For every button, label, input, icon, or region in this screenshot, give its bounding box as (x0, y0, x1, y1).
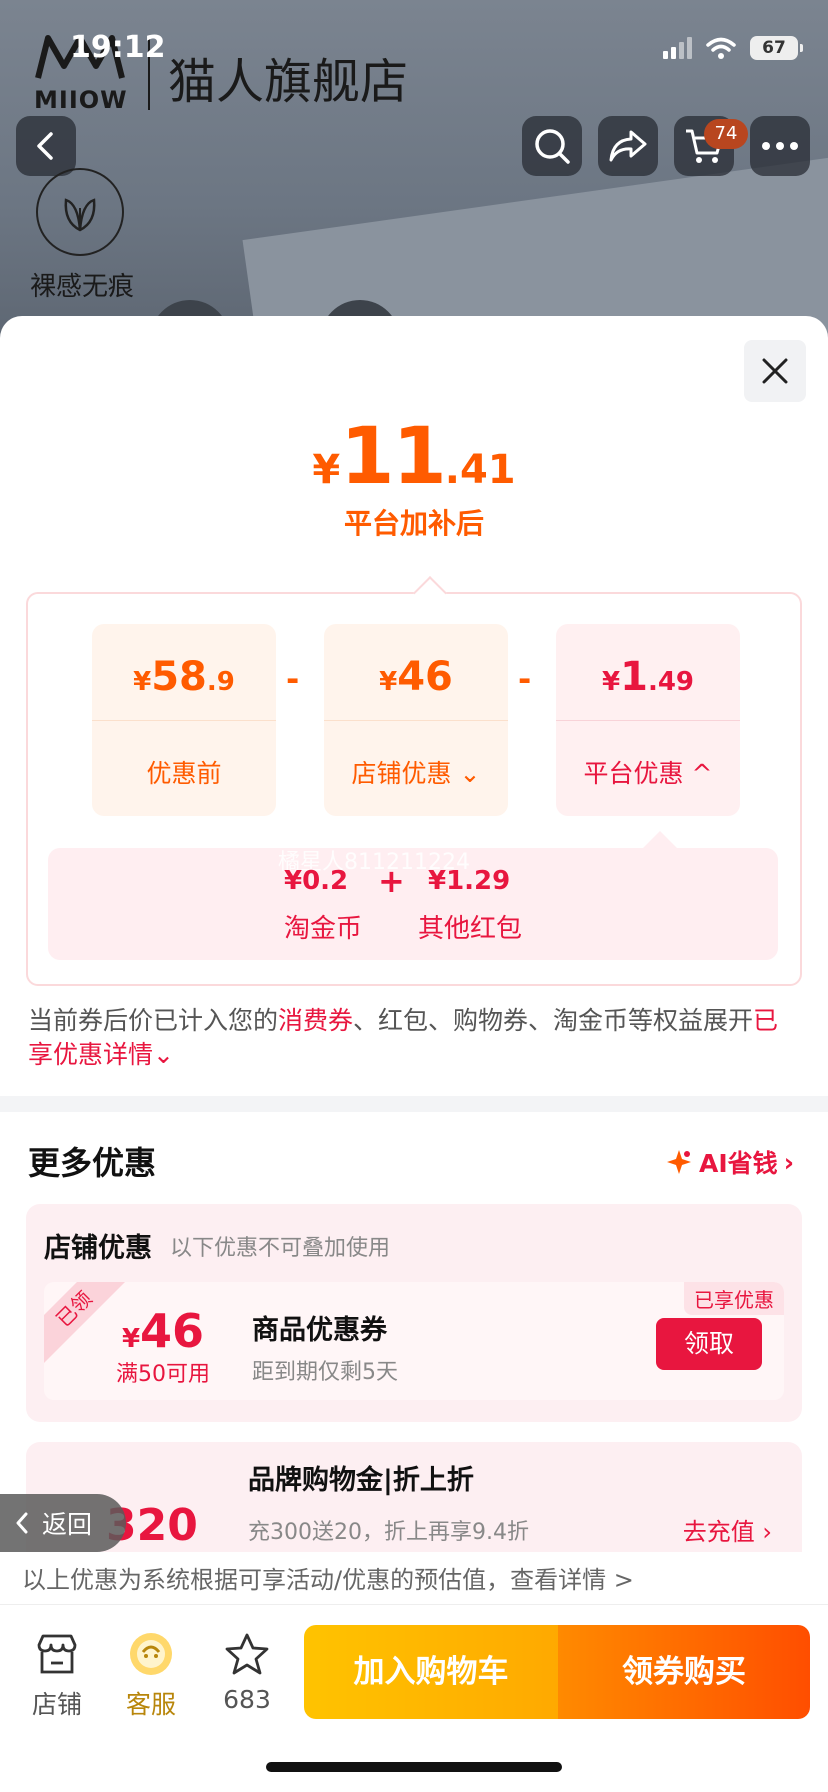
coin-value: ¥0.2 (284, 866, 349, 896)
store-name: 猫人旗舰店 (168, 54, 409, 110)
more-button[interactable] (750, 116, 810, 176)
store-discount-value: ¥46 (379, 654, 453, 700)
chevron-down-icon: ⌄ (153, 1040, 174, 1069)
store-discount-card[interactable]: ¥46 店铺优惠 ⌄ (324, 624, 508, 816)
chevron-left-icon (16, 1512, 28, 1534)
coupon-condition: 满50可用 (116, 1362, 210, 1387)
brand-logo-text: MIIOW (34, 86, 128, 114)
leaf-badge (36, 168, 124, 256)
minus-sign: - (286, 660, 300, 698)
card-divider (324, 720, 508, 721)
coupon-expiry: 距到期仅剩5天 (252, 1360, 398, 1385)
favorite-count: 683 (223, 1685, 271, 1714)
estimate-note[interactable]: 以上优惠为系统根据可享活动/优惠的预估值，查看详情 > (0, 1552, 828, 1604)
store-offers-section: 店铺优惠 以下优惠不可叠加使用 已领 ¥46 满50可用 商品优惠券 距到期仅剩… (26, 1204, 802, 1422)
platform-discount-value: ¥1.49 (602, 654, 694, 700)
redpacket-label: 其他红包 (418, 914, 523, 944)
ai-save-link[interactable]: AI省钱 › (665, 1144, 794, 1180)
back-button[interactable] (16, 116, 76, 176)
original-price-value: ¥58.9 (133, 654, 235, 700)
section-divider (0, 1096, 828, 1112)
coin-label: 淘金币 (284, 914, 363, 944)
brand-offer-title: 品牌购物金|折上折 (248, 1465, 474, 1496)
battery-icon: 67 (750, 36, 803, 60)
more-icon (762, 142, 798, 150)
feature-label: 裸感无痕 (30, 272, 135, 302)
price-integer: 11 (340, 412, 447, 502)
status-time: 19:12 (70, 30, 166, 65)
card-divider (556, 720, 740, 721)
star-icon (225, 1633, 269, 1675)
close-button[interactable] (744, 340, 806, 402)
claim-and-buy-button[interactable]: 领券购买 (558, 1625, 810, 1719)
brand-offer-card: 品牌购物金|折上折 320 充300送20，折上再享9.4折 去充值 › (26, 1442, 802, 1552)
store-discount-label: 店铺优惠 ⌄ (351, 759, 481, 788)
recharge-link[interactable]: 去充值 › (683, 1512, 772, 1547)
platform-discount-card[interactable]: ¥1.49 平台优惠 ^ (556, 624, 740, 816)
store-tab[interactable]: 店铺 (22, 1629, 92, 1721)
add-to-cart-button[interactable]: 加入购物车 (304, 1625, 558, 1719)
service-tab-label: 客服 (125, 1690, 176, 1719)
price-currency: ¥ (312, 447, 341, 493)
store-offers-hint: 以下优惠不可叠加使用 (170, 1236, 391, 1261)
breakdown-notch (643, 831, 677, 865)
close-icon (762, 358, 788, 384)
signal-icon (663, 37, 692, 59)
minus-sign: - (518, 660, 532, 698)
customer-service-icon (130, 1633, 172, 1675)
final-price: ¥11.41 (0, 412, 828, 502)
plus-sign: + (378, 862, 405, 900)
chevron-left-icon (37, 132, 53, 160)
store-tab-label: 店铺 (31, 1690, 82, 1719)
ai-save-label: AI省钱 (699, 1149, 778, 1178)
share-button[interactable] (598, 116, 658, 176)
coupon-name: 商品优惠券 (252, 1315, 387, 1346)
original-price-label: 优惠前 (146, 759, 222, 788)
more-offers-title: 更多优惠 (28, 1144, 157, 1182)
leaf-icon (64, 198, 96, 232)
calc-notch (413, 576, 447, 610)
discount-sheet: ¥11.41 平台加补后 ¥58.9 优惠前 - ¥46 店铺优惠 ⌄ - ¥1… (0, 316, 828, 1792)
return-label: 返回 (42, 1510, 93, 1539)
search-icon (535, 129, 570, 164)
store-icon (37, 1634, 77, 1674)
store-offers-title: 店铺优惠 (44, 1233, 152, 1264)
benefit-note: 当前券后价已计入您的消费券、红包、购物券、淘金币等权益展开已享优惠详情⌄ (28, 1006, 779, 1069)
consumption-coupon-link[interactable]: 消费券 (278, 1006, 353, 1035)
claim-button[interactable]: 领取 (656, 1318, 762, 1370)
ai-sparkle-icon (667, 1150, 692, 1174)
price-calculation: ¥58.9 优惠前 - ¥46 店铺优惠 ⌄ - ¥1.49 平台优惠 ^ 橘星… (26, 576, 802, 986)
share-icon (609, 130, 647, 162)
card-divider (92, 720, 276, 721)
favorite-tab[interactable]: 683 (212, 1629, 282, 1714)
price-subtitle: 平台加补后 (343, 507, 484, 540)
redpacket-value: ¥1.29 (428, 866, 511, 896)
cart-count-badge: 74 (704, 119, 748, 149)
search-button[interactable] (522, 116, 582, 176)
status-icons: 67 (663, 36, 803, 60)
platform-breakdown: 橘星人811211224 ¥0.2 淘金币 + ¥1.29 其他红包 (48, 831, 778, 960)
home-indicator (266, 1762, 562, 1772)
service-tab[interactable]: 客服 (116, 1629, 186, 1721)
coupon-card: 已领 ¥46 满50可用 商品优惠券 距到期仅剩5天 已享优惠 领取 (44, 1282, 784, 1400)
wifi-icon (706, 37, 736, 59)
brand-offer-desc: 充300送20，折上再享9.4折 (248, 1520, 529, 1545)
chevron-up-icon: ^ (691, 759, 713, 788)
coupon-amount: ¥46 (121, 1304, 205, 1358)
original-price-card: ¥58.9 优惠前 (92, 624, 276, 816)
platform-discount-label: 平台优惠 ^ (583, 759, 713, 788)
return-button[interactable]: 返回 (0, 1494, 126, 1552)
price-decimal: .41 (444, 447, 516, 493)
chevron-down-icon: ⌄ (459, 759, 481, 788)
enjoyed-badge: 已享优惠 (684, 1282, 784, 1315)
chevron-right-icon: › (783, 1147, 794, 1177)
